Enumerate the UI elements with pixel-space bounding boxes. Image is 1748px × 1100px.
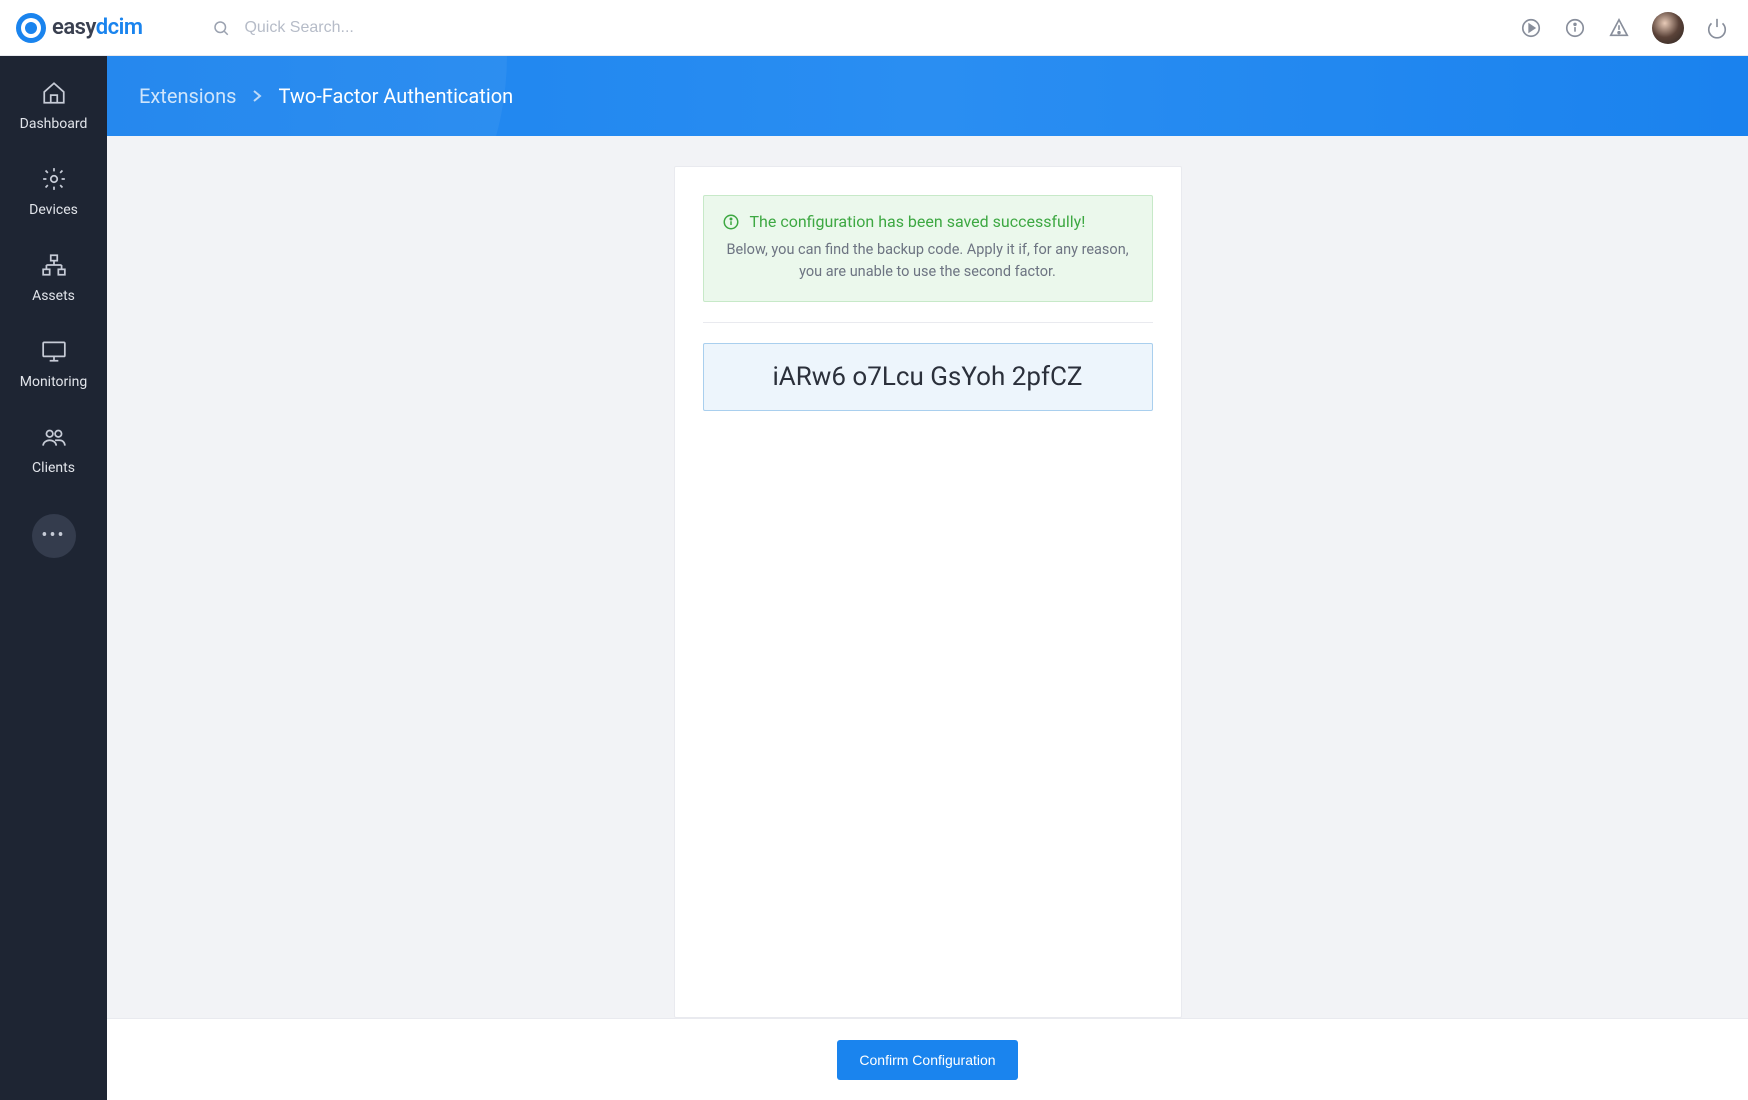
divider <box>703 322 1153 323</box>
topbar: easydcim <box>0 0 1748 56</box>
breadcrumb-bar: Extensions Two-Factor Authentication <box>107 56 1748 136</box>
search-field[interactable] <box>212 19 1520 37</box>
warning-icon[interactable] <box>1608 17 1630 39</box>
brand-logo[interactable]: easydcim <box>16 13 142 43</box>
sidebar-item-label: Dashboard <box>20 116 88 132</box>
dots-icon: ••• <box>41 527 65 545</box>
search-icon <box>212 19 230 37</box>
gear-icon <box>41 166 67 192</box>
sidebar-item-label: Clients <box>32 460 75 476</box>
topbar-actions <box>1520 12 1728 44</box>
sidebar-item-clients[interactable]: Clients <box>0 420 107 480</box>
power-icon[interactable] <box>1706 17 1728 39</box>
sidebar-item-monitoring[interactable]: Monitoring <box>0 334 107 394</box>
backup-code: iARw6 o7Lcu GsYoh 2pfCZ <box>703 343 1153 411</box>
sidebar-item-devices[interactable]: Devices <box>0 162 107 222</box>
brand-name: easydcim <box>52 15 142 40</box>
sidebar: Dashboard Devices Assets Monitoring Clie… <box>0 56 107 1100</box>
footer-action-bar: Confirm Configuration <box>107 1018 1748 1100</box>
sidebar-item-assets[interactable]: Assets <box>0 248 107 308</box>
config-card: The configuration has been saved success… <box>674 166 1182 1018</box>
breadcrumb: Extensions Two-Factor Authentication <box>139 84 513 108</box>
sidebar-item-label: Devices <box>29 202 78 218</box>
brand-mark-icon <box>16 13 46 43</box>
sidebar-item-label: Monitoring <box>20 374 88 390</box>
sidebar-more-button[interactable]: ••• <box>32 514 76 558</box>
success-subtitle: Below, you can find the backup code. App… <box>722 239 1134 283</box>
home-icon <box>41 80 67 106</box>
avatar[interactable] <box>1652 12 1684 44</box>
breadcrumb-parent[interactable]: Extensions <box>139 84 236 108</box>
success-info-icon <box>722 213 740 231</box>
play-circle-icon[interactable] <box>1520 17 1542 39</box>
users-icon <box>41 424 67 450</box>
sidebar-item-dashboard[interactable]: Dashboard <box>0 76 107 136</box>
success-alert: The configuration has been saved success… <box>703 195 1153 302</box>
success-title: The configuration has been saved success… <box>750 212 1086 231</box>
main-content: The configuration has been saved success… <box>107 136 1748 1018</box>
sitemap-icon <box>41 252 67 278</box>
confirm-configuration-button[interactable]: Confirm Configuration <box>837 1040 1017 1080</box>
breadcrumb-current: Two-Factor Authentication <box>278 84 513 108</box>
chevron-right-icon <box>252 89 262 103</box>
sidebar-item-label: Assets <box>32 288 75 304</box>
monitor-icon <box>41 338 67 364</box>
search-input[interactable] <box>244 19 644 37</box>
info-icon[interactable] <box>1564 17 1586 39</box>
